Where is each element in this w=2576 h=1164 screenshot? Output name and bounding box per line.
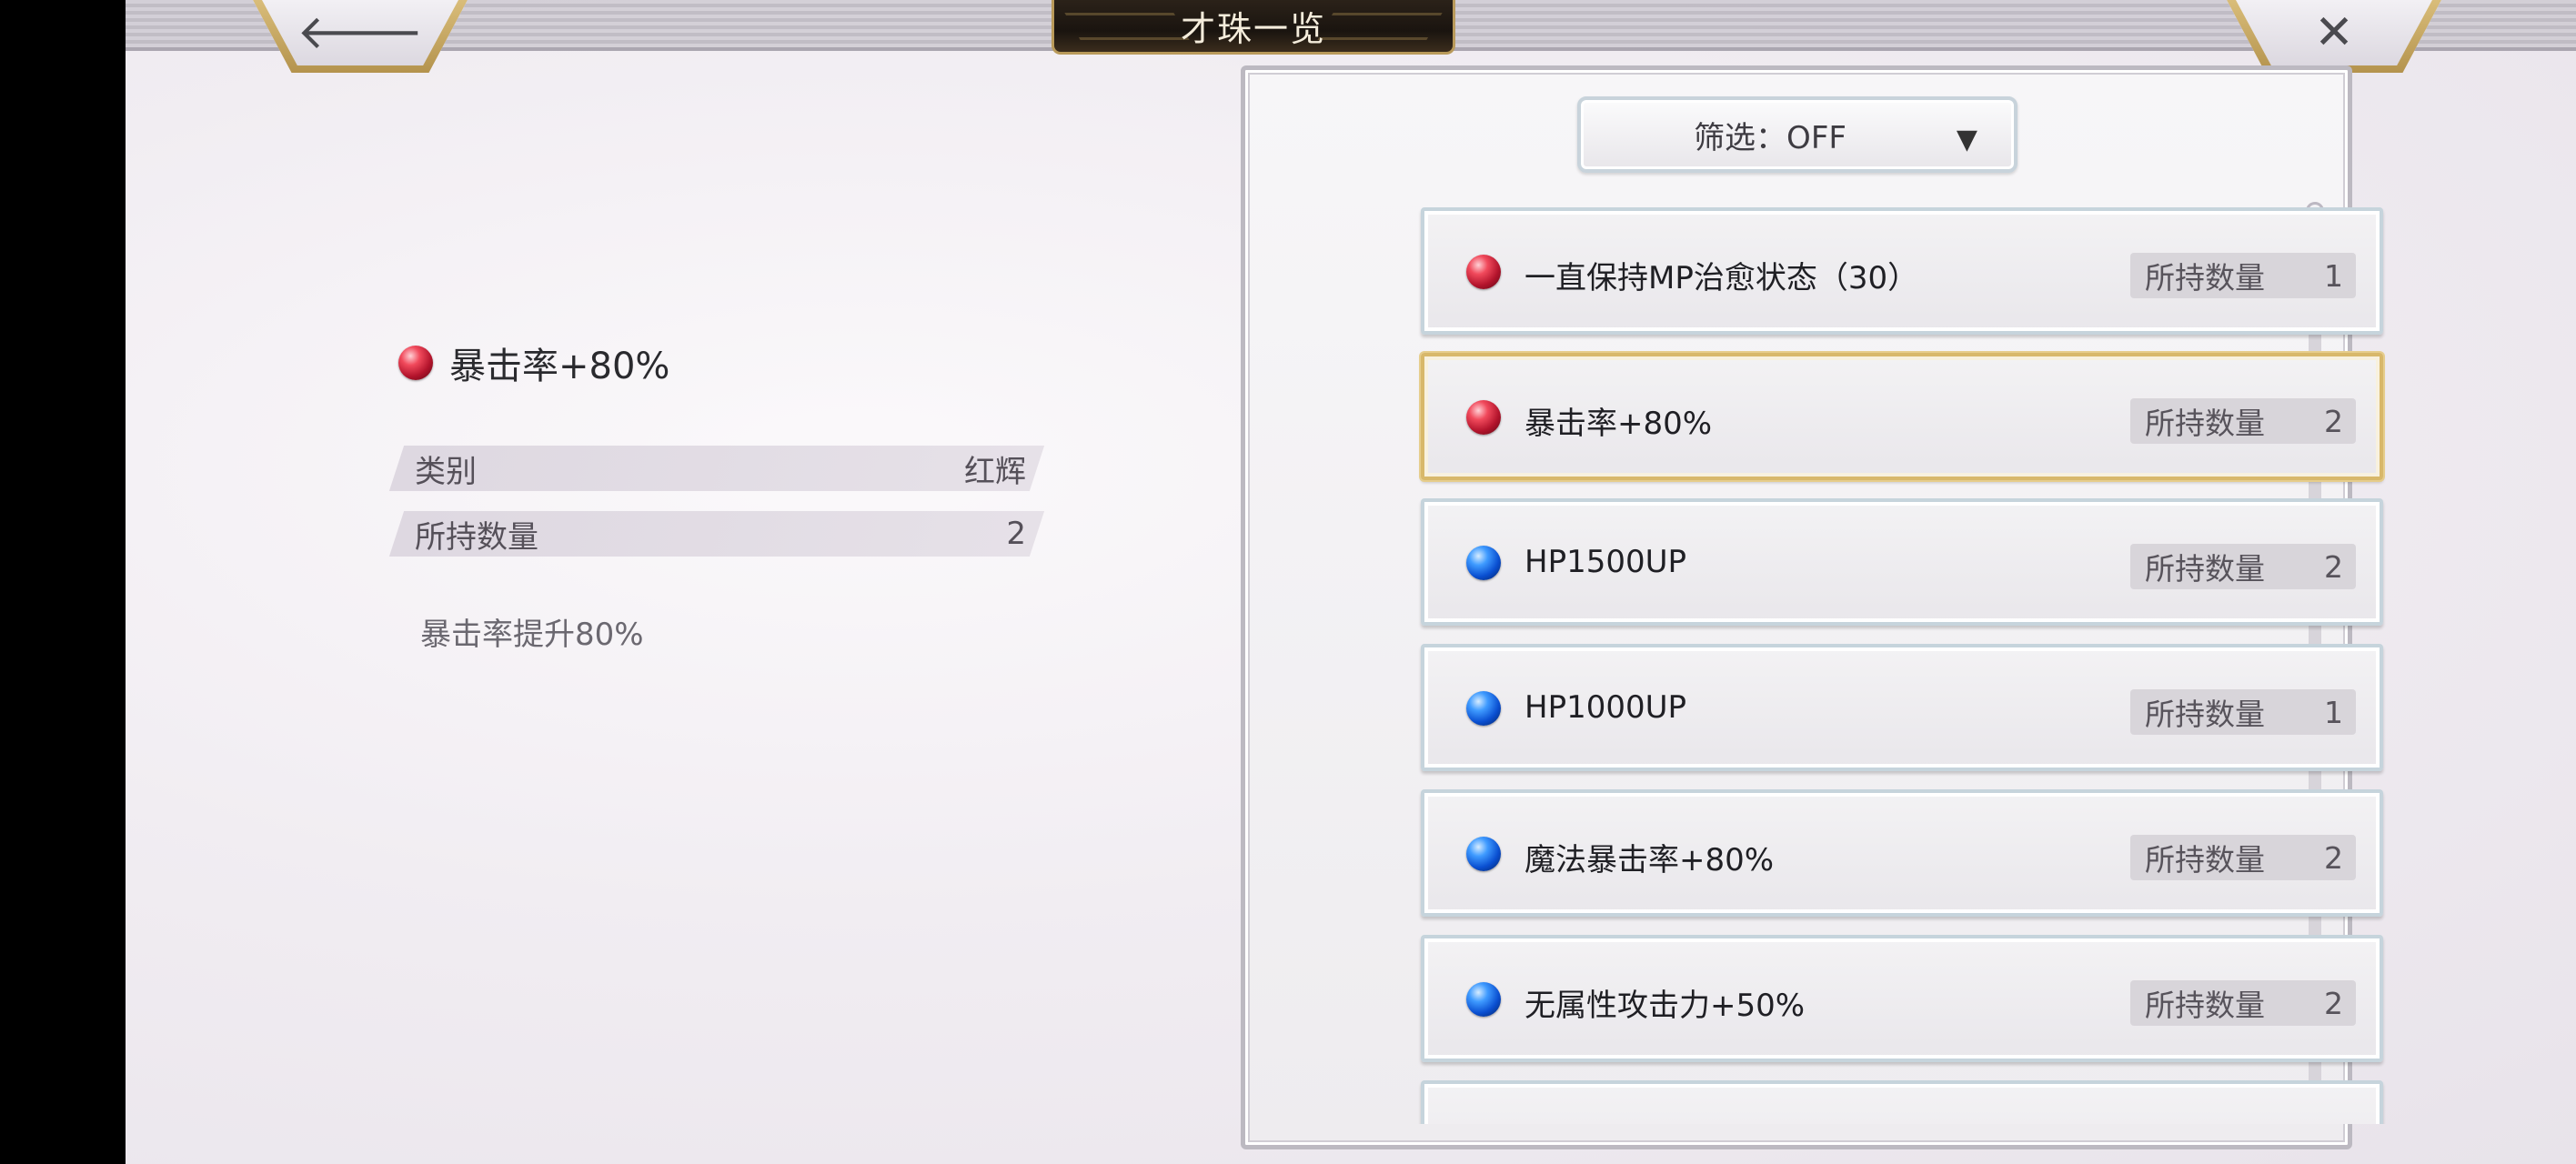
detail-header: 暴击率+80% [398,336,669,389]
close-icon: ✕ [2314,5,2354,60]
list-item[interactable]: 一直保持MP治愈状态（30） 所持数量 1 [1421,207,2383,335]
item-count-label: 所持数量 [2145,406,2265,441]
blue-orb-icon [1466,837,1501,871]
list-item[interactable]: 无属性攻击力+50% 所持数量 2 [1421,935,2383,1062]
category-row: 类别 红辉 [388,446,1045,491]
item-count-box: 所持数量 2 [2130,835,2356,880]
item-name: HP1500UP [1524,544,1686,580]
red-orb-icon [1466,255,1501,289]
item-count-label: 所持数量 [2145,697,2265,732]
item-count-label: 所持数量 [2145,260,2265,296]
list-item-partial[interactable] [1421,1080,2383,1124]
item-count-box: 所持数量 2 [2130,398,2356,444]
item-name: 魔法暴击率+80% [1524,842,1775,878]
held-count-value: 2 [1006,516,1026,552]
item-count-value: 2 [2324,985,2343,1021]
item-count-value: 2 [2324,548,2343,585]
item-name: 暴击率+80% [1524,406,1713,442]
filter-dropdown[interactable]: 筛选：OFF ▼ [1577,96,2018,173]
list-item[interactable]: HP1500UP 所持数量 2 [1421,498,2383,626]
item-count-value: 2 [2324,403,2343,439]
item-count-label: 所持数量 [2145,988,2265,1023]
filter-label: 筛选：OFF [1694,119,1846,156]
item-name: 无属性攻击力+50% [1524,988,1806,1024]
back-button[interactable]: 🡐 [253,0,468,73]
item-name: 一直保持MP治愈状态（30） [1524,260,1919,296]
list-item[interactable]: HP1000UP 所持数量 1 [1421,644,2383,771]
detail-name: 暴击率+80% [449,346,670,387]
list-item[interactable]: 魔法暴击率+80% 所持数量 2 [1421,789,2383,917]
item-count-value: 1 [2324,694,2343,730]
close-button[interactable]: ✕ [2227,0,2441,73]
back-arrow-icon: 🡐 [297,5,424,60]
item-name: HP1000UP [1524,689,1686,726]
item-count-box: 所持数量 1 [2130,253,2356,298]
item-count-box: 所持数量 2 [2130,980,2356,1026]
screen: 才珠一览 🡐 ✕ 暴击率+80% 类别 红辉 所持数量 2 暴击率提升80% 筛… [126,0,2576,1164]
blue-orb-icon [1466,691,1501,726]
held-count-row: 所持数量 2 [388,511,1045,557]
item-count-box: 所持数量 2 [2130,544,2356,589]
item-count-box: 所持数量 1 [2130,689,2356,735]
chevron-down-icon: ▼ [1956,124,1977,156]
blue-orb-icon [1466,982,1501,1017]
item-count-value: 2 [2324,839,2343,876]
detail-description: 暴击率提升80% [420,617,644,653]
item-count-label: 所持数量 [2145,842,2265,878]
blue-orb-icon [1466,546,1501,580]
red-orb-icon [398,346,433,380]
category-label: 类别 [415,453,477,490]
red-orb-icon [1466,400,1501,435]
item-count-label: 所持数量 [2145,551,2265,587]
gem-list: 一直保持MP治愈状态（30） 所持数量 1 暴击率+80% 所持数量 2 HP1… [1417,206,2389,1124]
title-plate: 才珠一览 [1052,0,1455,55]
list-item-selected[interactable]: 暴击率+80% 所持数量 2 [1421,353,2383,480]
held-count-label: 所持数量 [415,518,538,556]
page-title: 才珠一览 [1180,9,1326,49]
item-count-value: 1 [2324,257,2343,294]
category-value: 红辉 [964,453,1026,490]
